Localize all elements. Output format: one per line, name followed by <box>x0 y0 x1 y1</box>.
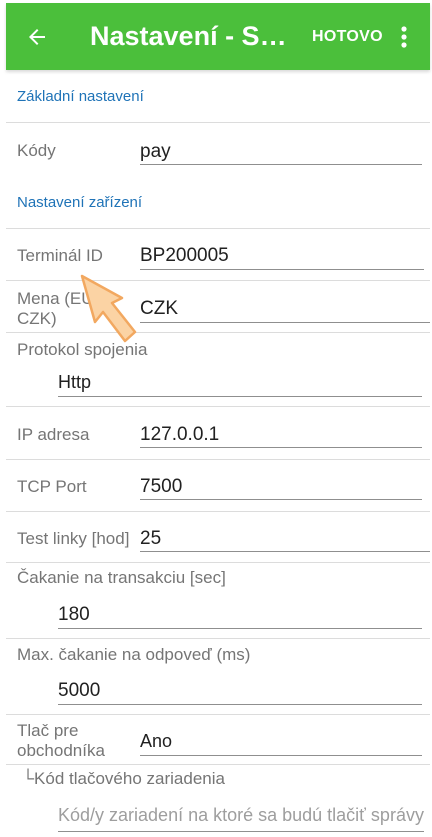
field-divider <box>6 638 430 639</box>
back-button[interactable] <box>20 20 54 54</box>
section-divider <box>6 228 430 229</box>
currency-value[interactable]: CZK <box>140 298 178 320</box>
more-vert-icon <box>401 26 407 48</box>
app-bar: Nastavení - Správ... HOTOVO <box>6 3 430 70</box>
ip-value[interactable]: 127.0.0.1 <box>140 424 219 446</box>
section-divider <box>6 122 430 123</box>
ip-underline <box>140 447 422 448</box>
max-wait-underline <box>58 704 422 705</box>
merchant-print-value[interactable]: Ano <box>140 731 172 752</box>
codes-value[interactable]: pay <box>140 141 171 163</box>
max-wait-value[interactable]: 5000 <box>58 680 100 702</box>
test-line-value[interactable]: 25 <box>140 528 161 550</box>
overflow-menu-button[interactable] <box>392 19 416 55</box>
protocol-underline <box>58 396 422 397</box>
field-divider <box>6 511 430 512</box>
section-title-device: Nastavení zařízení <box>17 194 143 211</box>
test-line-underline <box>140 551 430 552</box>
printer-code-label: └Kód tlačového zariadenia <box>22 769 225 788</box>
field-divider <box>6 406 430 407</box>
printer-code-underline <box>58 831 424 832</box>
field-divider <box>6 714 430 715</box>
field-divider <box>6 459 430 460</box>
tx-wait-label: Čakanie na transakciu [sec] <box>17 568 226 587</box>
pointer-arrow-icon <box>80 274 137 343</box>
tx-wait-value[interactable]: 180 <box>58 604 90 626</box>
field-divider <box>6 280 430 281</box>
terminal-id-value[interactable]: BP200005 <box>140 245 229 267</box>
protocol-value[interactable]: Http <box>58 372 91 393</box>
field-divider <box>6 562 430 563</box>
merchant-print-label-line2: obchodníka <box>17 741 105 760</box>
tcp-port-value[interactable]: 7500 <box>140 476 182 498</box>
codes-label: Kódy <box>17 141 56 160</box>
codes-underline <box>140 164 422 165</box>
tcp-port-label: TCP Port <box>17 477 87 496</box>
field-divider <box>6 764 430 765</box>
printer-code-input[interactable]: Kód/y zariadení na ktoré sa budú tlačiť … <box>58 805 424 826</box>
max-wait-label: Max. čakanie na odpoveď (ms) <box>17 645 251 664</box>
tx-wait-underline <box>58 628 422 629</box>
currency-underline <box>140 322 430 323</box>
section-title-basic: Základní nastavení <box>17 88 144 105</box>
merchant-print-underline <box>140 755 422 756</box>
test-line-label: Test linky [hod] <box>17 529 130 548</box>
currency-label-line2: CZK) <box>17 309 57 328</box>
done-button[interactable]: HOTOVO <box>312 3 383 70</box>
merchant-print-label-line1: Tlač pre <box>17 721 79 740</box>
arrow-back-icon <box>29 29 45 45</box>
terminal-id-label: Terminál ID <box>17 246 103 265</box>
tcp-port-underline <box>140 499 422 500</box>
field-divider <box>6 332 430 333</box>
terminal-id-underline <box>140 269 424 270</box>
page-title: Nastavení - Správ... <box>90 21 300 51</box>
ip-label: IP adresa <box>17 425 90 444</box>
